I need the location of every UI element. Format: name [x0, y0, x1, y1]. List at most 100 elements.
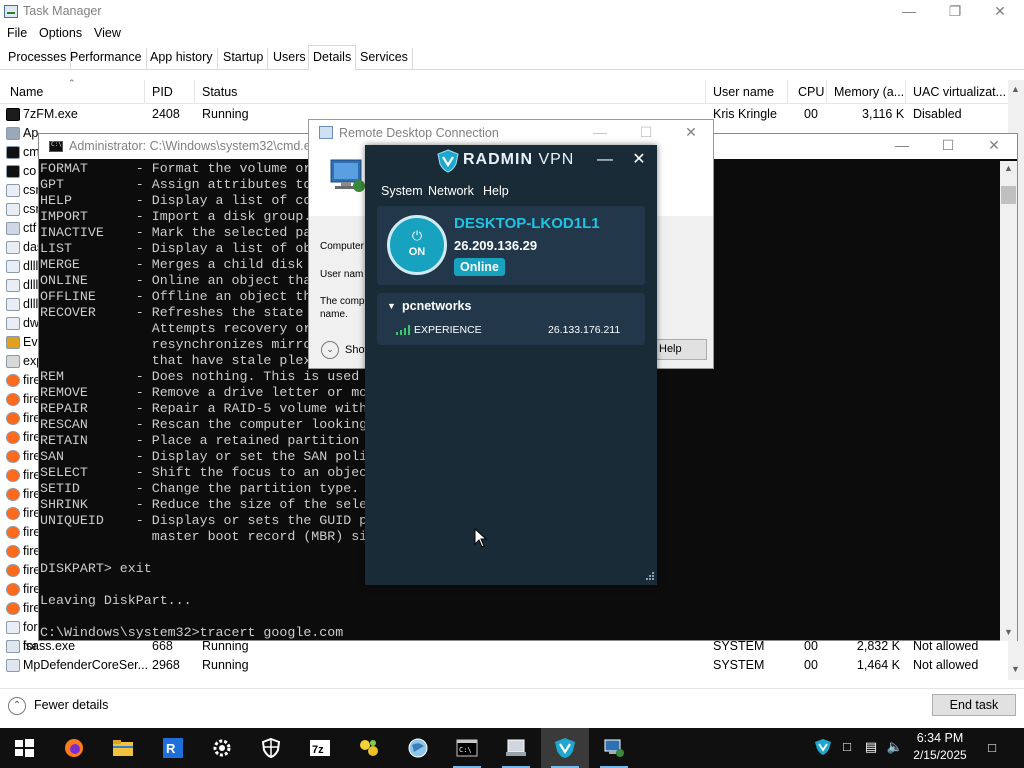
- tab-users[interactable]: Users: [269, 48, 311, 70]
- maximize-icon[interactable]: ☐: [925, 134, 971, 158]
- tab-app-history[interactable]: App history: [146, 48, 218, 70]
- start-button[interactable]: [0, 728, 48, 768]
- chevron-down-icon[interactable]: ⌄: [321, 341, 339, 359]
- table-row[interactable]: fire: [0, 504, 40, 523]
- table-row[interactable]: fire: [0, 580, 40, 599]
- fewer-details-link[interactable]: Fewer details: [34, 698, 108, 712]
- tray-app-icon[interactable]: □: [838, 738, 856, 756]
- table-row[interactable]: Ap: [0, 124, 40, 143]
- menu-view[interactable]: View: [94, 26, 121, 40]
- table-row[interactable]: csr: [0, 181, 40, 200]
- tab-details[interactable]: Details: [308, 45, 357, 71]
- table-row[interactable]: dlll: [0, 295, 40, 314]
- table-row[interactable]: exp: [0, 352, 43, 371]
- column-uac[interactable]: UAC virtualizat...: [913, 85, 1006, 99]
- expand-arrow-icon[interactable]: ▼: [387, 301, 396, 311]
- table-row[interactable]: fire: [0, 409, 40, 428]
- table-row[interactable]: co: [0, 162, 40, 181]
- table-row[interactable]: das: [0, 238, 43, 257]
- minimize-icon[interactable]: —: [577, 121, 623, 145]
- column-divider[interactable]: [826, 80, 827, 104]
- menu-options[interactable]: Options: [39, 26, 82, 40]
- column-divider[interactable]: [787, 80, 788, 104]
- column-pid[interactable]: PID: [152, 85, 173, 99]
- clock-time[interactable]: 6:34 PM: [910, 731, 970, 745]
- minimize-icon[interactable]: —: [879, 134, 925, 158]
- table-row[interactable]: fire: [0, 428, 40, 447]
- table-row[interactable]: fire: [0, 371, 40, 390]
- close-icon[interactable]: ✕: [627, 149, 651, 173]
- peer-name[interactable]: EXPERIENCE: [414, 324, 482, 336]
- menu-system[interactable]: System: [381, 184, 423, 198]
- column-divider[interactable]: [705, 80, 706, 104]
- taskbar-security[interactable]: [247, 728, 295, 768]
- column-name[interactable]: Name: [10, 85, 43, 99]
- table-row[interactable]: dw: [0, 314, 40, 333]
- tab-processes[interactable]: Processes: [4, 48, 72, 70]
- menu-network[interactable]: Network: [428, 184, 474, 198]
- scroll-down-icon[interactable]: ▼: [1011, 664, 1020, 674]
- taskbar-network-app[interactable]: [345, 728, 393, 768]
- taskbar-7zip[interactable]: 7z: [296, 728, 344, 768]
- tab-startup[interactable]: Startup: [219, 48, 269, 70]
- table-row[interactable]: dlll: [0, 276, 40, 295]
- column-user-name[interactable]: User name: [713, 85, 774, 99]
- radmin-tray-icon[interactable]: [814, 738, 832, 756]
- close-icon[interactable]: ✕: [971, 134, 1017, 158]
- table-row[interactable]: fire: [0, 599, 40, 618]
- chevron-up-icon[interactable]: ⌃: [8, 697, 26, 715]
- table-row[interactable]: MpDefenderCoreSer... 2968 Running SYSTEM…: [0, 656, 1008, 675]
- table-row[interactable]: fire: [0, 542, 40, 561]
- close-icon[interactable]: ✕: [977, 0, 1023, 24]
- minimize-icon[interactable]: —: [886, 0, 932, 24]
- table-row[interactable]: fire: [0, 523, 40, 542]
- taskbar-radmin[interactable]: [541, 728, 589, 768]
- column-cpu[interactable]: CPU: [798, 85, 824, 99]
- table-row[interactable]: ctf: [0, 219, 40, 238]
- table-row[interactable]: fire: [0, 447, 40, 466]
- network-icon[interactable]: ▤: [862, 738, 880, 756]
- scroll-thumb[interactable]: [1001, 186, 1016, 204]
- clock-date[interactable]: 2/15/2025: [906, 748, 974, 762]
- table-row[interactable]: Eve: [0, 333, 45, 352]
- taskbar-settings[interactable]: [198, 728, 246, 768]
- column-divider[interactable]: [144, 80, 145, 104]
- power-toggle-button[interactable]: ⏻ ON: [387, 215, 447, 275]
- tab-services[interactable]: Services: [356, 48, 413, 70]
- taskbar-remote-desktop[interactable]: [590, 728, 638, 768]
- console-scrollbar[interactable]: ▲ ▼: [1000, 161, 1017, 641]
- maximize-icon[interactable]: ☐: [623, 121, 669, 145]
- table-row[interactable]: dlll: [0, 257, 40, 276]
- table-row[interactable]: csr: [0, 200, 40, 219]
- taskbar-browser[interactable]: [394, 728, 442, 768]
- scroll-up-icon[interactable]: ▲: [1011, 84, 1020, 94]
- taskbar-firefox[interactable]: [50, 728, 98, 768]
- help-button[interactable]: Help: [655, 339, 707, 360]
- menu-help[interactable]: Help: [483, 184, 509, 198]
- restore-icon[interactable]: ❐: [932, 0, 978, 24]
- column-status[interactable]: Status: [202, 85, 237, 99]
- taskbar-file-explorer[interactable]: [99, 728, 147, 768]
- table-row[interactable]: cm: [0, 143, 40, 162]
- task-manager-titlebar[interactable]: Task Manager — ❐ ✕: [0, 0, 1024, 24]
- radmin-vpn-window[interactable]: RADMIN VPN — ✕ System Network Help ⏻ ON …: [365, 145, 657, 585]
- radmin-titlebar[interactable]: RADMIN VPN — ✕: [365, 145, 657, 177]
- peer-ip[interactable]: 26.133.176.211: [548, 324, 620, 336]
- table-row[interactable]: fire: [0, 466, 40, 485]
- menu-file[interactable]: File: [7, 26, 27, 40]
- table-row[interactable]: fire: [0, 485, 40, 504]
- rdc-titlebar[interactable]: Remote Desktop Connection — ☐ ✕: [309, 120, 713, 146]
- close-icon[interactable]: ✕: [668, 121, 714, 145]
- scroll-up-icon[interactable]: ▲: [1004, 163, 1013, 173]
- table-row[interactable]: fire: [0, 561, 40, 580]
- column-memory[interactable]: Memory (a...: [834, 85, 904, 99]
- scroll-down-icon[interactable]: ▼: [1004, 627, 1013, 637]
- tab-performance[interactable]: Performance: [66, 48, 147, 70]
- volume-muted-icon[interactable]: 🔈: [886, 738, 904, 756]
- taskbar-cmd[interactable]: C:\: [443, 728, 491, 768]
- taskbar-remote-app[interactable]: R: [149, 728, 197, 768]
- column-divider[interactable]: [194, 80, 195, 104]
- table-row[interactable]: for: [0, 618, 40, 637]
- table-row[interactable]: fire: [0, 390, 40, 409]
- column-divider[interactable]: [905, 80, 906, 104]
